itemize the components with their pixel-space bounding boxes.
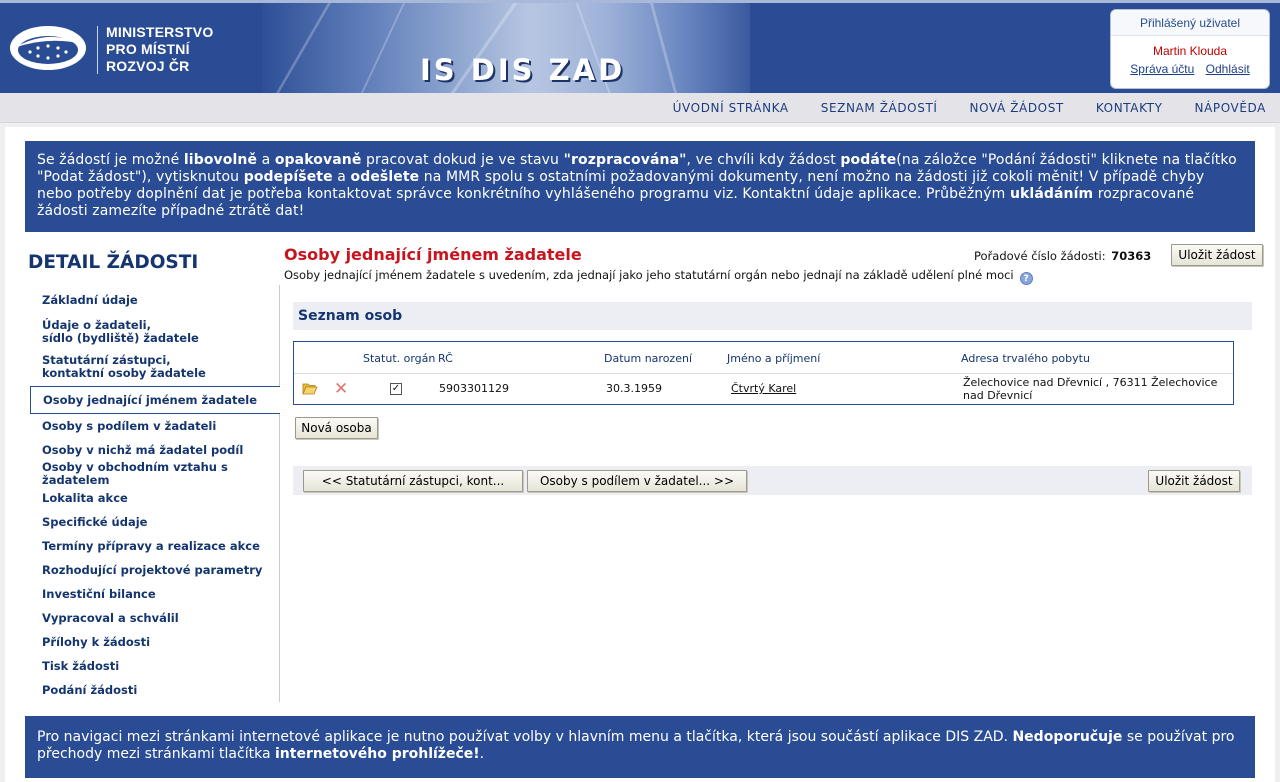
- notice-text: a: [257, 152, 275, 168]
- col-statutory[interactable]: Statut. orgán: [363, 352, 435, 365]
- order-number: Pořadové číslo žádosti: 70363: [974, 249, 1151, 263]
- logo-separator: [97, 26, 98, 74]
- help-icon[interactable]: ?: [1019, 272, 1033, 285]
- sidebar-item-statutory-reps[interactable]: Statutární zástupci, kontaktní osoby žada…: [30, 348, 280, 386]
- sidebar-item-project-parameters[interactable]: Rozhodující projektové parametry: [30, 558, 280, 582]
- cell-address: Želechovice nad Dřevnicí , 76311 Želecho…: [963, 376, 1217, 402]
- menu-item-home[interactable]: ÚVODNÍ STRÁNKA: [673, 93, 789, 123]
- sidebar-item-specific-data[interactable]: Specifické údaje: [30, 510, 280, 534]
- person-name-link[interactable]: Čtvrtý Karel: [731, 382, 796, 395]
- notice-bold: odešlete: [350, 169, 420, 185]
- notice-bold: podepíšete: [243, 169, 333, 185]
- logged-user-box: Přihlášený uživatel Martin Klouda Správa…: [1110, 9, 1270, 89]
- sidebar-title: DETAIL ŽÁDOSTI: [28, 252, 199, 273]
- previous-page-button[interactable]: << Statutární zástupci, kont...: [303, 470, 523, 492]
- persons-table: Statut. orgán RČ Datum narození Jméno a …: [293, 341, 1234, 405]
- notice-bold: opakovaně: [274, 152, 362, 168]
- ministry-logo-icon: [10, 26, 86, 70]
- cell-address-line-1: Želechovice nad Dřevnicí , 76311 Želecho…: [963, 376, 1218, 389]
- sidebar-item-submit[interactable]: Podání žádosti: [30, 678, 280, 702]
- logged-user-title: Přihlášený uživatel: [1111, 10, 1269, 36]
- col-name[interactable]: Jméno a příjmení: [727, 352, 820, 365]
- cell-rc: 5903301129: [439, 382, 509, 395]
- ministry-name: MINISTERSTVO PRO MÍSTNÍ ROZVOJ ČR: [106, 24, 213, 75]
- notice-bold: podáte: [840, 152, 897, 168]
- notice-text: Pro navigaci mezi stránkami internetové …: [37, 729, 1013, 745]
- info-notice-bottom: Pro navigaci mezi stránkami internetové …: [25, 716, 1255, 778]
- col-address[interactable]: Adresa trvalého pobytu: [961, 352, 1090, 365]
- account-settings-link[interactable]: Správa účtu: [1130, 62, 1194, 76]
- header-banner-image: IS DIS ZAD: [262, 3, 750, 93]
- sidebar-menu: Základní údaje Údaje o žadateli, sídlo (b…: [30, 285, 280, 702]
- sidebar-item-attachments[interactable]: Přílohy k žádosti: [30, 630, 280, 654]
- page-title: Osoby jednající jménem žadatele: [284, 245, 582, 264]
- ministry-name-line-3: ROZVOJ ČR: [106, 58, 190, 74]
- notice-bold: ukládáním: [1009, 186, 1094, 202]
- notice-bold: libovolně: [183, 152, 258, 168]
- new-person-button[interactable]: Nová osoba: [295, 417, 378, 439]
- page-subtitle: Osoby jednající jménem žadatele s uveden…: [284, 268, 1033, 285]
- section-title: Seznam osob: [293, 302, 1252, 330]
- logout-link[interactable]: Odhlásit: [1206, 62, 1250, 76]
- cell-address-line-2: nad Dřevnicí: [963, 389, 1033, 402]
- cell-birth-date: 30.3.1959: [606, 382, 662, 395]
- logged-user-name: Martin Klouda: [1152, 44, 1228, 58]
- menu-item-help[interactable]: NÁPOVĚDA: [1195, 93, 1267, 123]
- user-links: Správa účtu Odhlásit: [1111, 62, 1269, 76]
- col-birth-date[interactable]: Datum narození: [604, 352, 692, 365]
- main-menu: ÚVODNÍ STRÁNKA SEZNAM ŽÁDOSTÍ NOVÁ ŽÁDOS…: [0, 93, 1280, 123]
- notice-text: .: [479, 746, 485, 762]
- ministry-name-line-2: PRO MÍSTNÍ: [106, 41, 190, 57]
- sidebar-item-schedule[interactable]: Termíny přípravy a realizace akce: [30, 534, 280, 558]
- table-row: ✕ ✓ 5903301129 30.3.1959 Čtvrtý Karel Že…: [294, 374, 1233, 404]
- notice-text: a: [332, 169, 351, 185]
- delete-icon[interactable]: ✕: [334, 381, 350, 398]
- statutory-checkbox[interactable]: ✓: [390, 383, 402, 395]
- app-header: MINISTERSTVO PRO MÍSTNÍ ROZVOJ ČR IS DIS…: [0, 0, 1280, 93]
- sidebar-item-shareholders[interactable]: Osoby s podílem v žadateli: [30, 414, 280, 438]
- order-number-label: Pořadové číslo žádosti:: [974, 249, 1106, 263]
- save-application-button-top[interactable]: Uložit žádost: [1171, 244, 1263, 266]
- sidebar-item-prepared-approved[interactable]: Vypracoval a schválil: [30, 606, 280, 630]
- sidebar-item-business-relations[interactable]: Osoby v obchodním vztahu s žadatelem: [30, 461, 280, 487]
- notice-bold: internetového prohlížeče!: [274, 746, 480, 762]
- col-rc[interactable]: RČ: [438, 352, 453, 365]
- app-title: IS DIS ZAD: [420, 53, 626, 87]
- order-number-value: 70363: [1111, 249, 1152, 263]
- sidebar-item-applicant-info[interactable]: Údaje o žadateli, sídlo (bydliště) žadate…: [30, 315, 280, 348]
- notice-text: pracovat dokud je ve stavu: [361, 152, 564, 168]
- sidebar-item-holdings[interactable]: Osoby v nichž má žadatel podíl: [30, 438, 280, 462]
- sidebar-item-location[interactable]: Lokalita akce: [30, 486, 280, 510]
- menu-item-applications-list[interactable]: SEZNAM ŽÁDOSTÍ: [821, 93, 938, 123]
- sidebar-item-basic-info[interactable]: Základní údaje: [30, 285, 280, 315]
- notice-text: , ve chvíli kdy žádost: [686, 152, 841, 168]
- save-application-button-bottom[interactable]: Uložit žádost: [1148, 470, 1240, 492]
- next-page-button[interactable]: Osoby s podílem v žadatel... >>: [527, 470, 747, 492]
- ministry-name-line-1: MINISTERSTVO: [106, 24, 214, 40]
- notice-text: Se žádostí je možné: [37, 152, 184, 168]
- page-subtitle-text: Osoby jednající jménem žadatele s uveden…: [284, 268, 1014, 282]
- menu-item-contacts[interactable]: KONTAKTY: [1096, 93, 1163, 123]
- table-header: Statut. orgán RČ Datum narození Jméno a …: [294, 342, 1233, 374]
- open-folder-icon[interactable]: [302, 382, 318, 395]
- sidebar-item-acting-persons[interactable]: Osoby jednající jménem žadatele: [30, 386, 280, 414]
- menu-item-new-application[interactable]: NOVÁ ŽÁDOST: [970, 93, 1064, 123]
- sidebar-item-print[interactable]: Tisk žádosti: [30, 654, 280, 678]
- sidebar-item-investment-balance[interactable]: Investiční bilance: [30, 582, 280, 606]
- info-notice-top: Se žádostí je možné libovolně a opakovan…: [25, 141, 1255, 232]
- notice-bold: Nedoporučuje: [1012, 729, 1123, 745]
- notice-bold: "rozpracována": [563, 152, 687, 168]
